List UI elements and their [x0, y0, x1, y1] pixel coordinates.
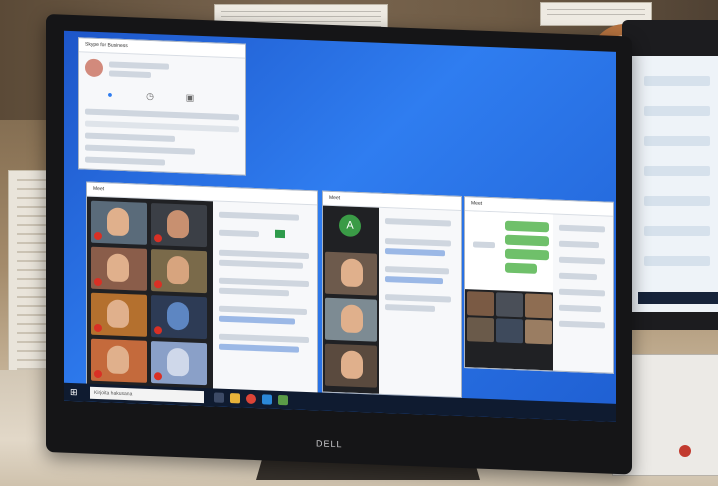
window-title: Skype for Business: [79, 38, 245, 59]
red-led: [679, 445, 691, 457]
meet-window-middle[interactable]: Meet A: [322, 190, 462, 398]
second-monitor-screen: [630, 56, 718, 312]
main-monitor: Skype for Business ● ◷ ▣ Meet Meet A Mee…: [46, 14, 632, 475]
monitor-brand-logo: DELL: [316, 438, 343, 450]
desktop: Skype for Business ● ◷ ▣ Meet Meet A Mee…: [64, 30, 616, 422]
chat-area: [465, 211, 553, 293]
avatar-green: A: [339, 214, 361, 238]
app-icon[interactable]: [278, 394, 288, 406]
contacts-icon[interactable]: ●: [103, 87, 117, 102]
explorer-icon[interactable]: [230, 393, 240, 404]
meet-window-left[interactable]: Meet: [86, 181, 318, 408]
video-grid: [87, 196, 213, 403]
clock-icon[interactable]: ◷: [143, 89, 157, 104]
photo: Skype for Business ● ◷ ▣ Meet Meet A Mee…: [0, 0, 718, 486]
video-column: A: [323, 205, 379, 394]
second-monitor: [622, 20, 718, 330]
video-grid: [465, 289, 553, 371]
meetings-icon[interactable]: ▣: [183, 90, 197, 105]
skype-icon[interactable]: [262, 394, 272, 405]
windows-logo-icon[interactable]: ⊞: [70, 386, 78, 398]
green-flag-icon: [275, 229, 285, 239]
skype-window[interactable]: Skype for Business ● ◷ ▣: [78, 37, 246, 176]
avatar: [85, 58, 103, 78]
chrome-icon[interactable]: [246, 393, 256, 405]
taskbar-search-input[interactable]: Kirjoita hakusana: [90, 386, 204, 404]
taskview-icon[interactable]: [214, 392, 224, 403]
meet-window-right[interactable]: Meet: [464, 196, 614, 374]
